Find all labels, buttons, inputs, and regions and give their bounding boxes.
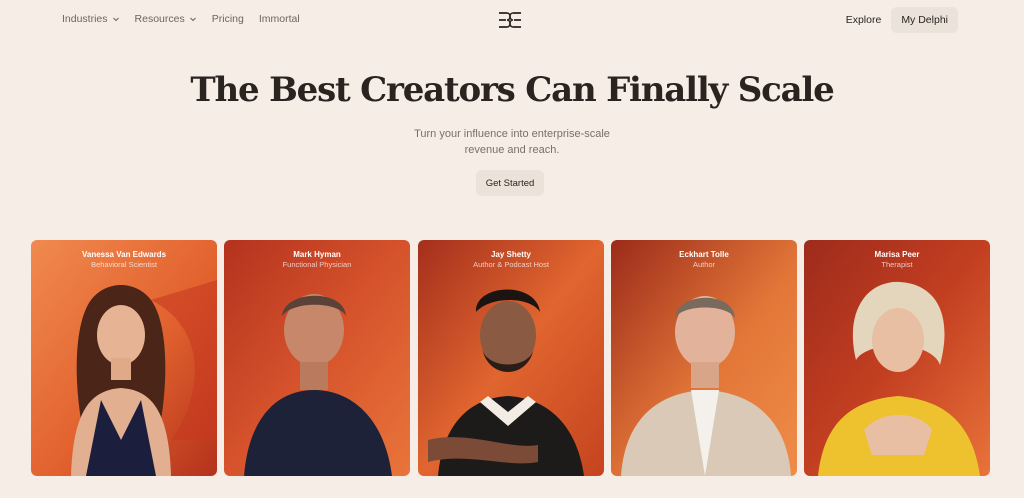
nav-industries[interactable]: Industries xyxy=(62,13,120,25)
nav-industries-label: Industries xyxy=(62,13,108,25)
creator-role: Author xyxy=(692,260,716,269)
creator-card[interactable]: Eckhart Tolle Author xyxy=(611,240,797,476)
creator-role: Therapist xyxy=(881,260,913,269)
top-nav: Industries Resources Pricing Immortal Ex… xyxy=(0,0,1024,40)
hero-title: The Best Creators Can Finally Scale xyxy=(190,70,834,110)
nav-resources[interactable]: Resources xyxy=(135,13,197,25)
hero-subtitle: Turn your influence into enterprise-scal… xyxy=(414,128,610,156)
creator-role: Functional Physician xyxy=(282,260,352,269)
nav-menu: Industries Resources Pricing Immortal xyxy=(62,13,315,25)
creator-photo xyxy=(418,240,604,476)
creator-photo xyxy=(611,240,797,476)
creator-card[interactable]: Marisa Peer Therapist xyxy=(804,240,990,476)
chevron-down-icon xyxy=(189,15,197,23)
creator-name: Mark Hyman xyxy=(293,250,341,259)
creator-name: Jay Shetty xyxy=(490,250,532,259)
my-delphi-button[interactable]: My Delphi xyxy=(891,7,958,33)
nav-actions: Explore My Delphi xyxy=(846,7,958,33)
chevron-down-icon xyxy=(112,15,120,23)
creator-role: Author & Podcast Host xyxy=(473,260,549,269)
nav-immortal[interactable]: Immortal xyxy=(259,13,300,25)
creator-name: Marisa Peer xyxy=(874,250,920,259)
creator-photo xyxy=(31,240,217,476)
nav-pricing-label: Pricing xyxy=(211,13,244,25)
creator-card[interactable]: Vanessa Van Edwards Behavioral Scientist xyxy=(31,240,217,476)
creator-card[interactable]: Mark Hyman Functional Physician xyxy=(224,240,410,476)
get-started-button[interactable]: Get Started xyxy=(476,170,544,196)
nav-pricing[interactable]: Pricing xyxy=(212,13,244,25)
creator-card[interactable]: Jay Shetty Author & Podcast Host xyxy=(418,240,604,476)
nav-immortal-label: Immortal xyxy=(258,13,300,25)
nav-resources-label: Resources xyxy=(134,13,185,25)
creator-role: Behavioral Scientist xyxy=(91,260,157,269)
creator-name: Eckhart Tolle xyxy=(679,250,729,259)
creator-photo xyxy=(804,240,990,476)
explore-link[interactable]: Explore xyxy=(846,14,882,26)
creator-photo xyxy=(224,240,410,476)
delphi-logo-icon[interactable] xyxy=(497,11,523,29)
creator-name: Vanessa Van Edwards xyxy=(81,250,167,259)
